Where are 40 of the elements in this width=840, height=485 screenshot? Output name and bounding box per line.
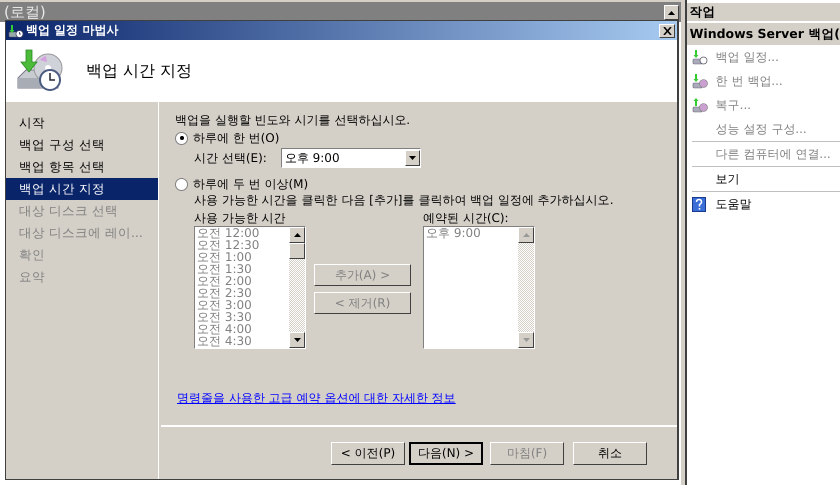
close-icon	[662, 26, 672, 34]
radio-label[interactable]: 하루에 한 번(O)	[193, 130, 280, 146]
up-arrow-icon	[294, 233, 300, 237]
dialog-title: 백업 일정 마법사	[26, 22, 120, 39]
help-link[interactable]: 명령줄을 사용한 고급 예약 옵션에 대한 자세한 정보	[177, 390, 456, 407]
section-header[interactable]: Windows Server 백업(	[686, 23, 840, 45]
page-heading: 백업 시간 지정	[86, 60, 192, 82]
wizard-step[interactable]: 백업 항목 선택	[6, 156, 158, 178]
dropdown-arrow-icon	[408, 156, 416, 160]
drive-disc-icon	[692, 73, 708, 89]
drive-clock-icon	[8, 24, 24, 38]
scroll-up-button[interactable]	[664, 5, 679, 20]
pane-title: 작업	[686, 3, 840, 21]
instruction-text: 백업을 실행할 빈도와 시기를 선택하십시오.	[175, 112, 412, 129]
drive-disc-icon	[692, 97, 708, 113]
action-item[interactable]: 도움말	[716, 196, 752, 212]
wizard-button[interactable]: < 이전(P)	[331, 442, 405, 464]
drive-disc-clock-icon	[16, 48, 64, 94]
close-button[interactable]	[659, 24, 675, 38]
list-label: 예약된 시간(C):	[423, 210, 510, 226]
radio-button[interactable]	[175, 132, 188, 144]
wizard-button[interactable]: 취소	[573, 442, 647, 464]
wizard-button[interactable]: 다음(N) >	[409, 442, 483, 464]
wizard-step[interactable]: 백업 시간 지정	[6, 178, 158, 200]
action-item[interactable]: 보기	[716, 170, 740, 188]
up-arrow-icon	[668, 10, 675, 14]
time-label: 시간 선택(E):	[194, 150, 267, 166]
up-arrow-icon	[522, 233, 530, 237]
hint-text: 사용 가능한 시간을 클릭한 다음 [추가]를 클릭하여 백업 일정에 추가하십시오.	[194, 192, 615, 209]
list-label: 사용 가능한 시간	[194, 210, 287, 226]
drive-clock-icon	[692, 49, 708, 65]
down-arrow-icon	[522, 338, 530, 342]
wizard-step[interactable]: 백업 구성 선택	[6, 134, 158, 156]
radio-label[interactable]: 하루에 두 번 이상(M)	[193, 176, 308, 192]
time-dropdown[interactable]: 오후 9:00	[280, 148, 421, 168]
wizard-step[interactable]: 시작	[6, 112, 158, 134]
down-arrow-icon	[294, 338, 300, 342]
window-title: (로컬)	[4, 2, 46, 22]
radio-button[interactable]	[175, 178, 188, 190]
help-icon	[692, 196, 706, 212]
